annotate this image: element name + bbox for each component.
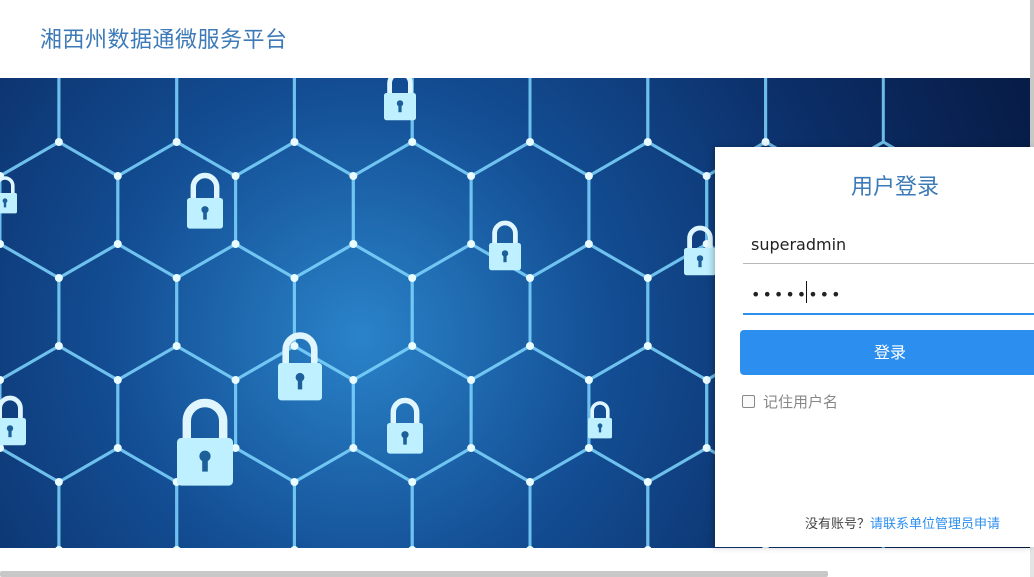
login-title: 用户登录 [850,175,939,200]
hexagon-outline [292,446,414,548]
hexagon-outline [57,242,179,382]
network-node [290,342,299,350]
network-node [113,172,122,180]
network-node [113,240,122,248]
hexagon-outline [57,446,179,548]
network-node [526,478,535,486]
hexagon-outline [469,140,591,280]
network-node [408,478,417,486]
site-title: 湘西州数据通微服务平台 [40,28,288,53]
padlock-icon [0,395,26,446]
network-node [467,172,476,180]
network-node [526,138,535,146]
network-node [290,478,299,486]
hexagon-outline [292,78,414,178]
network-node [231,172,240,180]
network-node [54,274,63,282]
network-node [172,138,181,146]
hexagon-outline [57,78,179,178]
login-button[interactable]: 登录 [740,330,1034,375]
network-node [467,376,476,384]
account-help-prefix: 没有账号？ [804,517,870,532]
network-node [526,342,535,350]
password-input[interactable] [743,275,1034,315]
network-node [408,546,416,548]
network-node [290,274,299,282]
network-node [349,444,358,452]
network-node [290,138,299,146]
hexagon-outline [234,140,355,280]
hexagon-outline [0,446,61,548]
hexagon-outline [0,140,120,280]
network-node [172,342,181,350]
network-node [643,138,652,146]
hexagon-outline [175,242,296,382]
network-node [643,478,652,486]
padlock-icon [489,220,521,271]
hexagon-outline [528,78,650,178]
network-node [643,342,652,350]
network-node [467,444,476,452]
padlock-icon [278,332,322,401]
account-help-note: 没有账号？请联系单位管理员申请 [805,513,1000,532]
network-node [761,138,770,146]
padlock-icon [588,401,612,439]
network-node [113,376,122,384]
network-node [54,478,63,486]
network-node [54,138,63,146]
username-input[interactable] [743,225,1034,264]
hexagon-outline [410,446,532,548]
network-node [584,376,593,384]
network-node [526,274,535,282]
padlock-icon [684,225,716,276]
remember-username-checkbox[interactable] [742,394,755,408]
hexagon-outline [351,140,473,280]
hexagon-outline [528,242,650,382]
hexagon-outline [175,78,296,178]
hexagon-outline [0,242,61,382]
network-node [408,274,417,282]
network-node [467,240,476,248]
network-node [290,546,298,548]
contact-admin-link[interactable]: 请联系单位管理员申请 [870,517,1000,532]
hexagon-outline [528,446,650,548]
network-node [349,172,358,180]
network-node [526,546,534,548]
network-node [702,172,711,180]
network-node [584,172,593,180]
horizontal-scrollbar[interactable] [0,571,828,577]
network-node [643,274,652,282]
network-node [408,342,417,350]
hexagon-outline [351,344,473,484]
network-node [702,376,711,384]
network-node [349,376,358,384]
padlock-icon [387,397,423,454]
network-node [113,444,122,452]
text-caret [806,281,807,303]
network-node [55,546,63,548]
network-node [231,240,240,248]
padlock-icon [0,176,17,214]
network-node [173,546,181,548]
network-node [584,444,593,452]
login-panel: 用户登录 登录 记住用户名 没有账号？请联系单位管理员申请 [715,147,1034,547]
network-node [349,240,358,248]
network-node [54,342,63,350]
padlock-icon [384,78,416,121]
remember-username-row[interactable]: 记住用户名 [742,391,838,411]
hexagon-outline [410,78,532,178]
padlock-icon [177,398,233,486]
padlock-icon [187,172,223,229]
hexagon-outline [0,78,61,178]
network-node [644,546,652,548]
network-node [231,376,240,384]
network-node [584,240,593,248]
remember-username-label[interactable]: 记住用户名 [763,391,838,412]
network-node [408,138,417,146]
header: 湘西州数据通微服务平台 [0,0,1034,76]
hexagon-outline [0,344,120,484]
network-node [172,274,181,282]
hexagon-outline [469,344,591,484]
network-node [702,444,711,452]
